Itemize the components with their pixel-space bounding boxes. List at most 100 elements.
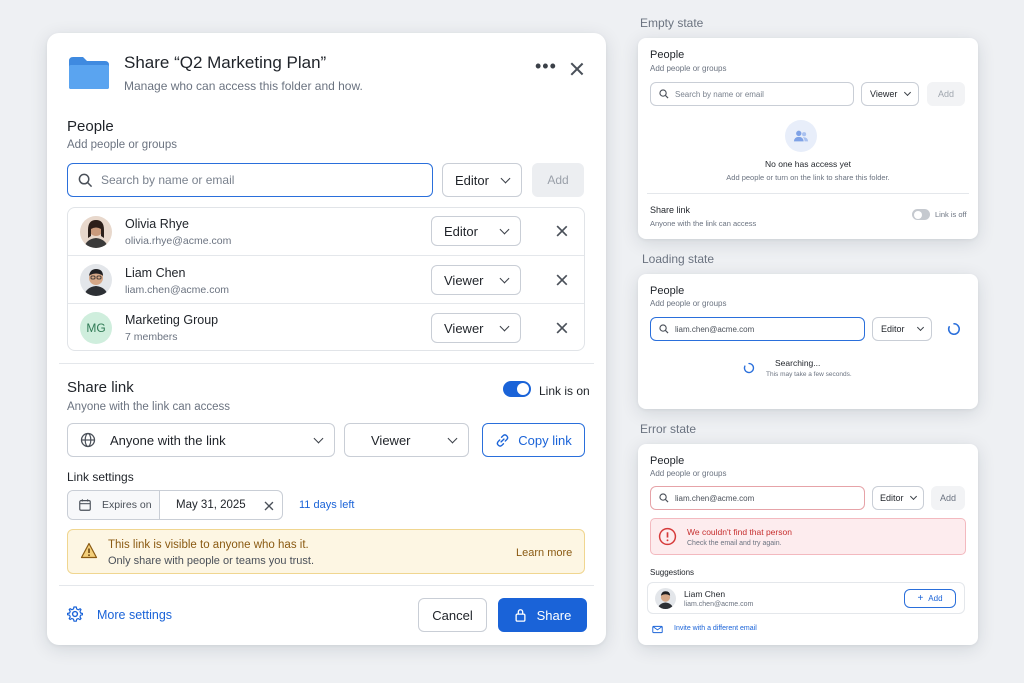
days-left: 11 days left	[299, 499, 355, 511]
share-dialog: Share “Q2 Marketing Plan” Manage who can…	[47, 33, 606, 645]
dialog-subtitle: Manage who can access this folder and ho…	[124, 79, 363, 93]
searching-title: Searching...	[775, 358, 821, 368]
people-heading: People	[650, 455, 685, 467]
member-email: olivia.rhye@acme.com	[125, 235, 232, 247]
member-role-select[interactable]: Viewer	[431, 313, 521, 343]
close-icon[interactable]	[570, 62, 584, 76]
role-select[interactable]: Editor	[872, 317, 932, 341]
avatar	[80, 216, 112, 248]
people-search-input[interactable]: liam.chen@acme.com	[650, 317, 865, 341]
share-link-heading: Share link	[650, 205, 691, 215]
row-divider	[68, 303, 584, 304]
people-subheading: Add people or groups	[67, 139, 177, 151]
expires-label: Expires on	[102, 499, 152, 511]
gear-icon[interactable]	[67, 606, 83, 622]
error-title: We couldn't find that person	[687, 527, 792, 537]
role-select[interactable]: Editor	[442, 163, 522, 197]
chevron-down-icon	[500, 173, 511, 183]
people-heading: People	[650, 49, 685, 61]
globe-icon	[80, 432, 96, 448]
share-button[interactable]: Share	[498, 598, 587, 632]
suggestion-row: Liam Chen liam.chen@acme.com + Add	[647, 582, 965, 614]
chevron-down-icon	[447, 433, 458, 443]
member-email: liam.chen@acme.com	[125, 284, 230, 296]
expires-date: May 31, 2025	[176, 499, 246, 511]
member-role-value: Viewer	[444, 272, 484, 288]
add-button[interactable]: Add	[532, 163, 584, 197]
member-name: Olivia Rhye	[125, 217, 189, 231]
role-select[interactable]: Editor	[872, 486, 924, 510]
suggestion-add-button[interactable]: + Add	[904, 589, 956, 608]
search-icon	[659, 324, 669, 334]
invite-link[interactable]: Invite with a different email	[674, 625, 757, 632]
row-divider	[68, 255, 584, 256]
link-toggle[interactable]	[503, 381, 531, 397]
remove-member-icon[interactable]	[556, 322, 568, 334]
search-icon	[659, 89, 669, 99]
people-search-input[interactable]: liam.chen@acme.com	[650, 486, 865, 510]
remove-member-icon[interactable]	[556, 274, 568, 286]
people-subheading: Add people or groups	[650, 469, 727, 478]
calendar-icon	[79, 499, 91, 511]
section-divider	[59, 363, 594, 364]
loading-state-panel: People Add people or groups liam.chen@ac…	[638, 274, 978, 409]
member-role-value: Viewer	[444, 320, 484, 336]
link-icon	[496, 433, 509, 447]
chevron-down-icon	[903, 88, 912, 97]
folder-icon	[69, 57, 109, 89]
group-avatar: MG	[80, 312, 112, 344]
add-button[interactable]: Add	[927, 82, 965, 106]
link-role-select[interactable]: Viewer	[344, 423, 469, 457]
suggestion-name: Liam Chen	[684, 589, 726, 599]
member-count: 7 members	[125, 331, 178, 343]
error-subtitle: Check the email and try again.	[687, 540, 782, 547]
people-heading: People	[67, 118, 114, 135]
remove-member-icon[interactable]	[556, 225, 568, 237]
role-select-value: Viewer	[870, 89, 898, 99]
add-button[interactable]: Add	[931, 486, 965, 510]
suggestions-heading: Suggestions	[650, 568, 695, 577]
member-name: Liam Chen	[125, 266, 186, 280]
member-role-select[interactable]: Editor	[431, 216, 521, 246]
expiry-field[interactable]: Expires on May 31, 2025	[67, 490, 283, 520]
more-settings-link[interactable]: More settings	[97, 608, 172, 622]
section-divider	[647, 193, 969, 194]
link-toggle-label: Link is on	[539, 384, 590, 398]
role-select-value: Editor	[881, 324, 905, 334]
people-search-input[interactable]: Search by name or email	[67, 163, 433, 197]
audience-value: Anyone with the link	[110, 432, 226, 448]
people-search-input[interactable]: Search by name or email	[650, 82, 854, 106]
more-options-icon[interactable]: •••	[535, 57, 557, 75]
people-subheading: Add people or groups	[650, 64, 727, 73]
warning-banner: This link is visible to anyone who has i…	[67, 529, 585, 574]
warning-body: Only share with people or teams you trus…	[108, 555, 315, 567]
link-settings-label: Link settings	[67, 470, 134, 484]
share-label: Share	[536, 607, 572, 623]
suggestion-add-label: Add	[928, 594, 943, 603]
share-link-subheading: Anyone with the link can access	[67, 401, 231, 413]
warning-title: This link is visible to anyone who has i…	[108, 539, 309, 551]
lock-icon	[515, 609, 526, 622]
people-subheading: Add people or groups	[650, 299, 727, 308]
link-role-value: Viewer	[371, 432, 411, 448]
cancel-button[interactable]: Cancel	[418, 598, 487, 632]
chevron-down-icon	[499, 224, 510, 234]
search-icon	[659, 493, 669, 503]
spinner-icon	[743, 362, 755, 374]
learn-more-link[interactable]: Learn more	[516, 547, 572, 559]
search-placeholder: Search by name or email	[101, 173, 235, 187]
empty-title: No one has access yet	[765, 159, 851, 169]
role-select[interactable]: Viewer	[861, 82, 919, 106]
avatar	[80, 264, 112, 296]
search-icon	[78, 173, 93, 187]
error-icon	[658, 527, 677, 546]
clear-date-icon[interactable]	[264, 501, 274, 511]
link-toggle[interactable]	[912, 209, 930, 220]
error-state-panel: People Add people or groups liam.chen@ac…	[638, 444, 978, 645]
mail-icon	[652, 625, 663, 634]
audience-select[interactable]: Anyone with the link	[67, 423, 335, 457]
member-name: Marketing Group	[125, 313, 219, 327]
copy-link-button[interactable]: Copy link	[482, 423, 585, 457]
empty-state-panel: People Add people or groups Search by na…	[638, 38, 978, 239]
member-role-select[interactable]: Viewer	[431, 265, 521, 295]
